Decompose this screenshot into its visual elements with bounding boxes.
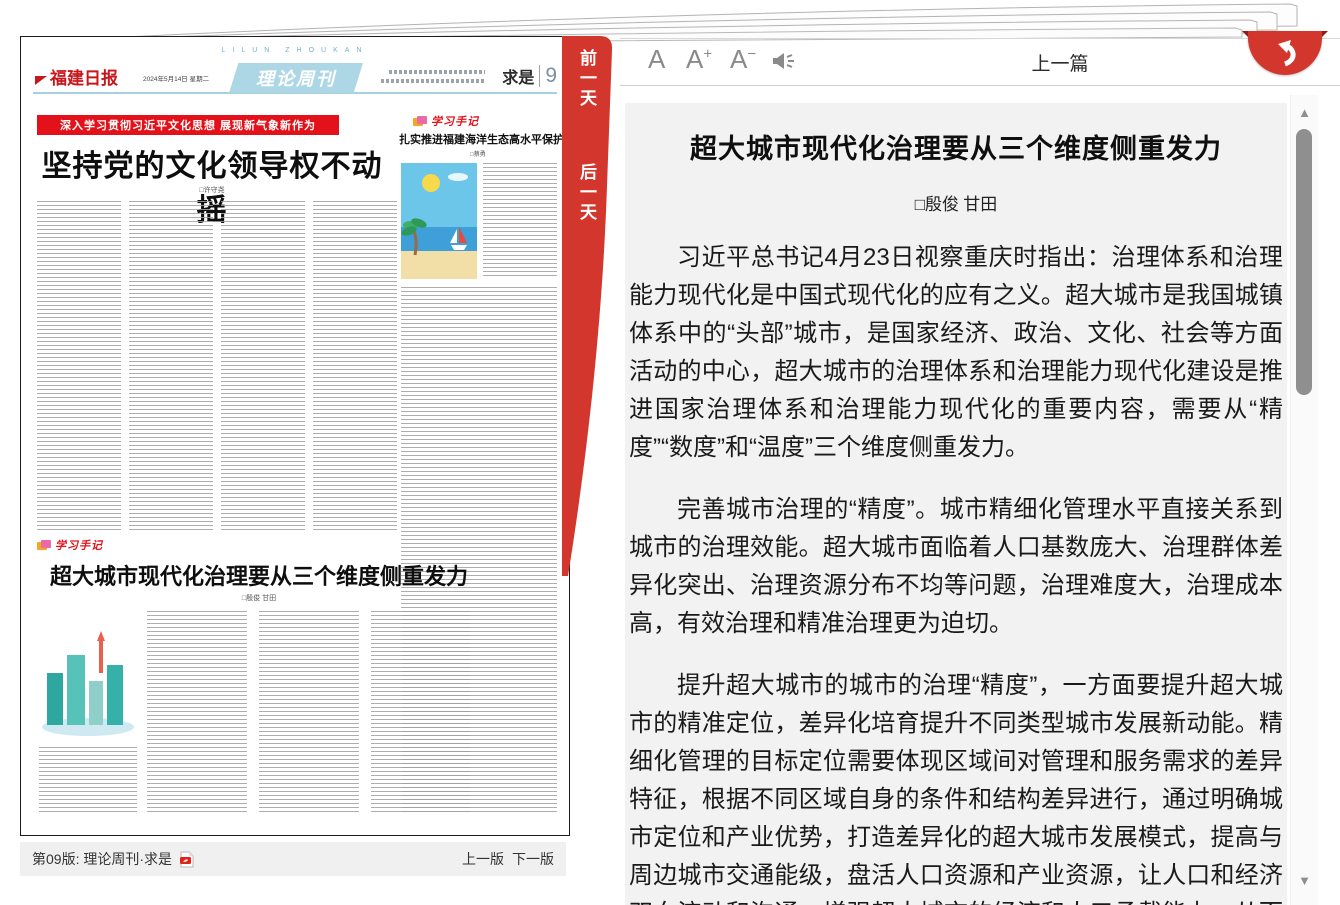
toolbar-divider xyxy=(620,85,1340,86)
section-page-label: 求是 9 xyxy=(502,64,557,88)
speaker-icon[interactable] xyxy=(772,50,796,72)
city-illustration xyxy=(39,611,137,739)
article-panel: 超大城市现代化治理要从三个维度侧重发力 □殷俊 甘田 习近平总书记4月23日视察… xyxy=(625,103,1287,905)
text-column xyxy=(259,611,359,815)
back-button[interactable] xyxy=(1248,31,1322,75)
newspaper-page-thumbnail[interactable]: LILUN ZHOUKAN 福建日报 2024年5月14日 星期二 理论周刊 求… xyxy=(20,36,570,836)
scroll-up-arrow[interactable]: ▲ xyxy=(1291,105,1318,120)
prev-article-button[interactable]: 上一篇 xyxy=(1000,49,1120,76)
font-increase-button[interactable]: A+ xyxy=(686,46,712,72)
prev-day-button[interactable]: 前一天 xyxy=(574,49,598,109)
article-paragraph: 提升超大城市的城市的治理“精度”，一方面要提升超大城市的精准定位，差异化培育提升… xyxy=(629,667,1283,905)
epaper-reader: LILUN ZHOUKAN 福建日报 2024年5月14日 星期二 理论周刊 求… xyxy=(0,0,1340,905)
beach-illustration xyxy=(401,163,477,279)
toolbar-top-rule xyxy=(620,38,1340,39)
section-name: 求是 xyxy=(502,64,534,88)
date-navigation-ribbon: 前一天 后一天 xyxy=(561,36,615,581)
text-column xyxy=(129,201,213,533)
notebook-icon xyxy=(413,116,427,127)
text-column xyxy=(371,611,471,815)
newspaper-date: 2024年5月14日 星期二 xyxy=(143,73,209,83)
text-column xyxy=(37,201,121,533)
ribbon-shape xyxy=(561,36,615,581)
main-author: □许守尧 xyxy=(29,185,395,195)
weekly-banner: 理论周刊 xyxy=(229,63,363,93)
scrollbar-thumb[interactable] xyxy=(1296,129,1312,395)
article-paragraph: 习近平总书记4月23日视察重庆时指出：治理体系和治理能力现代化是中国式现代化的应… xyxy=(629,239,1283,467)
next-edition-link[interactable]: 下一版 xyxy=(512,849,554,869)
text-column xyxy=(313,201,397,533)
article-paragraph: 完善城市治理的“精度”。城市精细化管理水平直接关系到城市的治理效能。超大城市面临… xyxy=(629,491,1283,643)
right-article-author: □蔡勇 xyxy=(399,149,557,158)
notebook-icon xyxy=(37,540,51,551)
scroll-down-arrow[interactable]: ▼ xyxy=(1291,873,1318,888)
flag-icon xyxy=(35,76,47,85)
text-column xyxy=(147,611,247,815)
font-reset-button[interactable]: A xyxy=(648,46,665,72)
text-column xyxy=(221,201,305,533)
article-author: □殷俊 甘田 xyxy=(629,190,1283,215)
weekly-english-title: LILUN ZHOUKAN xyxy=(21,47,569,54)
article-title: 超大城市现代化治理要从三个维度侧重发力 xyxy=(629,127,1283,166)
slogan-banner: 深入学习贯彻习近平文化思想 展现新气象新作为 xyxy=(37,115,339,135)
next-day-button[interactable]: 后一天 xyxy=(574,163,598,223)
page-label: 第09版: 理论周刊·求是 xyxy=(32,849,172,869)
divider xyxy=(539,65,540,87)
page-bottom-bar: 第09版: 理论周刊·求是 上一版 下一版 xyxy=(20,842,566,876)
back-arrow-icon xyxy=(1267,36,1303,70)
text-column xyxy=(39,747,137,815)
second-article-headline[interactable]: 超大城市现代化治理要从三个维度侧重发力 xyxy=(36,559,482,591)
page-number: 9 xyxy=(545,64,557,88)
study-notes-badge: 学习手记 xyxy=(37,537,103,553)
contact-info-line xyxy=(381,79,485,83)
masthead-logo: 福建日报 xyxy=(35,64,118,89)
contact-info-line xyxy=(389,70,485,74)
scrollbar: ▲ ▼ xyxy=(1290,95,1318,905)
text-column xyxy=(483,163,557,279)
prev-edition-link[interactable]: 上一版 xyxy=(462,849,504,869)
study-notes-badge: 学习手记 xyxy=(413,113,479,129)
pdf-icon[interactable] xyxy=(179,851,194,868)
font-decrease-button[interactable]: A− xyxy=(730,46,756,72)
second-article-author: □殷俊 甘田 xyxy=(36,593,482,603)
right-article-headline[interactable]: 扎实推进福建海洋生态高水平保护 xyxy=(399,131,557,147)
